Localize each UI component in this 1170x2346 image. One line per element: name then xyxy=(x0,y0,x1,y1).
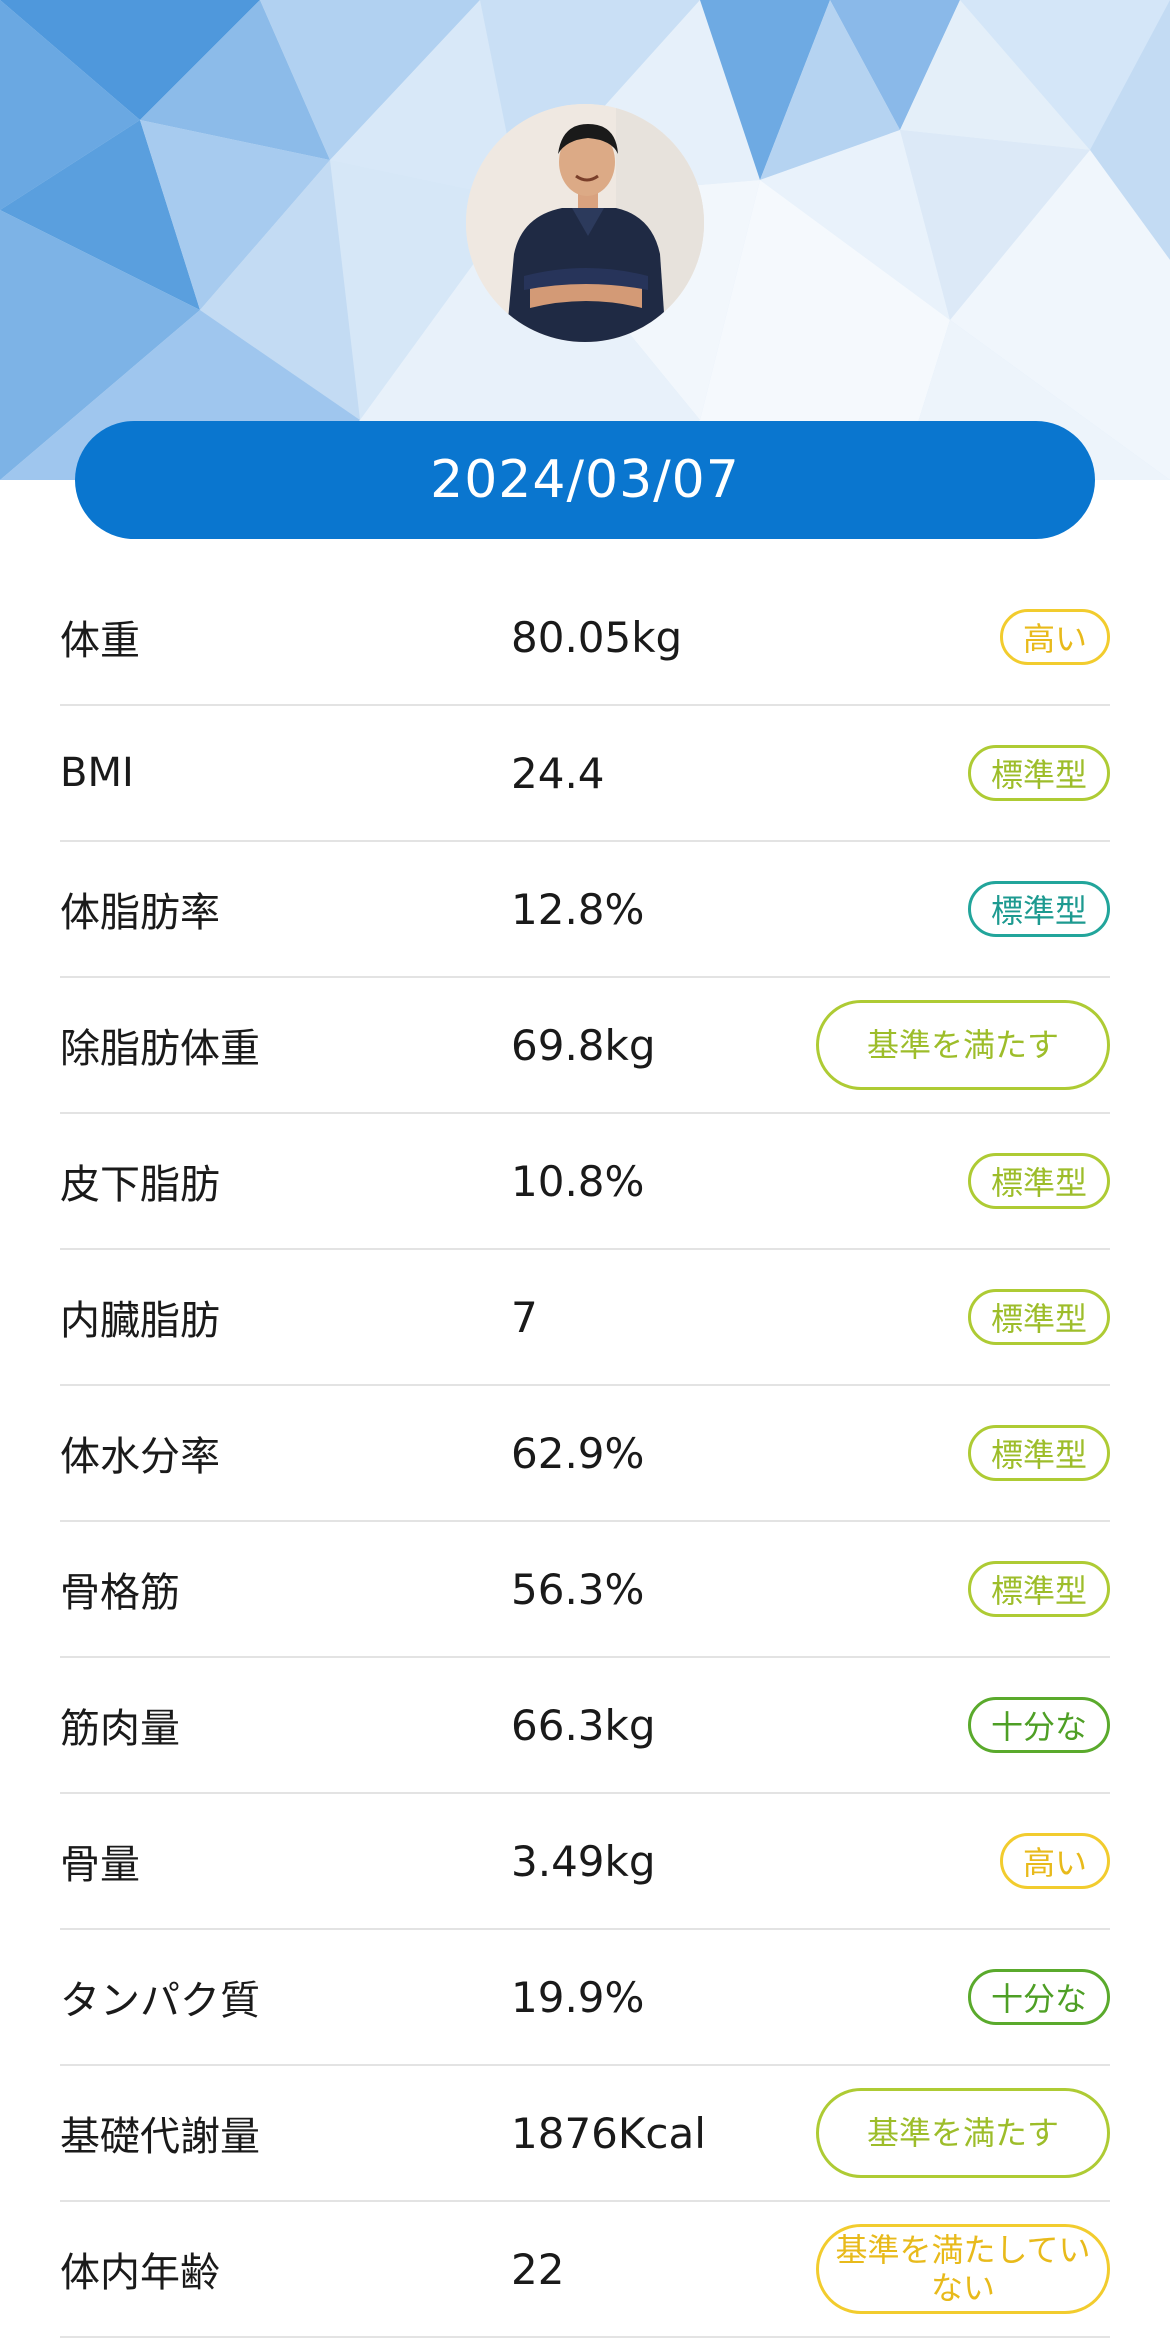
metric-label: 体水分率 xyxy=(60,1434,220,1480)
metric-label: 骨量 xyxy=(60,1842,140,1888)
metric-value: 3.49kg xyxy=(511,1836,656,1886)
metric-value: 10.8% xyxy=(511,1156,645,1206)
status-badge: 基準を満たす xyxy=(816,2088,1110,2178)
hero-background xyxy=(0,0,1170,480)
metric-label: 体内年齢 xyxy=(60,2250,220,2296)
metric-label: 皮下脂肪 xyxy=(60,1162,220,1208)
metric-value: 19.9% xyxy=(511,1972,645,2022)
metric-row-lean-mass: 除脂肪体重 69.8kg 基準を満たす xyxy=(60,978,1110,1114)
status-badge: 標準型 xyxy=(967,745,1110,801)
metric-label: 筋肉量 xyxy=(60,1706,180,1752)
metric-value: 66.3kg xyxy=(511,1700,656,1750)
body-composition-list: 体重 80.05kg 高い BMI 24.4 標準型 体脂肪率 12.8% 標準… xyxy=(60,570,1110,2338)
metric-row-protein: タンパク質 19.9% 十分な xyxy=(60,1930,1110,2066)
metric-value: 22 xyxy=(511,2244,565,2294)
metric-label: 骨格筋 xyxy=(60,1570,180,1616)
metric-label: 体重 xyxy=(60,618,140,664)
metric-value: 24.4 xyxy=(511,748,605,798)
metric-label: BMI xyxy=(60,750,134,796)
metric-label: 除脂肪体重 xyxy=(60,1026,260,1072)
metric-row-bone-mass: 骨量 3.49kg 高い xyxy=(60,1794,1110,1930)
metric-value: 62.9% xyxy=(511,1428,645,1478)
status-badge: 標準型 xyxy=(967,1289,1110,1345)
metric-row-subcutaneous-fat: 皮下脂肪 10.8% 標準型 xyxy=(60,1114,1110,1250)
status-badge: 基準を満たしていない xyxy=(816,2224,1110,2314)
metric-value: 7 xyxy=(511,1292,538,1342)
person-photo xyxy=(466,104,704,342)
metric-value: 56.3% xyxy=(511,1564,645,1614)
metric-value: 80.05kg xyxy=(511,612,683,662)
status-badge: 標準型 xyxy=(967,1425,1110,1481)
metric-row-visceral-fat: 内臓脂肪 7 標準型 xyxy=(60,1250,1110,1386)
status-badge: 標準型 xyxy=(967,1153,1110,1209)
metric-row-bmi: BMI 24.4 標準型 xyxy=(60,706,1110,842)
metric-label: 内臓脂肪 xyxy=(60,1298,220,1344)
metric-label: 基礎代謝量 xyxy=(60,2114,260,2160)
status-badge: 標準型 xyxy=(967,1561,1110,1617)
metric-value: 12.8% xyxy=(511,884,645,934)
metric-row-weight: 体重 80.05kg 高い xyxy=(60,570,1110,706)
metric-row-body-water: 体水分率 62.9% 標準型 xyxy=(60,1386,1110,1522)
metric-row-body-fat: 体脂肪率 12.8% 標準型 xyxy=(60,842,1110,978)
metric-value: 69.8kg xyxy=(511,1020,656,1070)
status-badge: 標準型 xyxy=(967,881,1110,937)
metric-value: 1876Kcal xyxy=(511,2108,706,2158)
status-badge: 基準を満たす xyxy=(816,1000,1110,1090)
metric-row-muscle-mass: 筋肉量 66.3kg 十分な xyxy=(60,1658,1110,1794)
profile-avatar xyxy=(466,104,704,342)
metric-label: 体脂肪率 xyxy=(60,890,220,936)
status-badge: 高い xyxy=(999,609,1110,665)
metric-row-skeletal-muscle: 骨格筋 56.3% 標準型 xyxy=(60,1522,1110,1658)
date-header-button[interactable]: 2024/03/07 xyxy=(75,421,1095,539)
metric-row-basal-metabolism: 基礎代謝量 1876Kcal 基準を満たす xyxy=(60,2066,1110,2202)
metric-label: タンパク質 xyxy=(60,1978,260,2024)
status-badge: 高い xyxy=(999,1833,1110,1889)
status-badge: 十分な xyxy=(967,1969,1110,2025)
status-badge: 十分な xyxy=(967,1697,1110,1753)
metric-row-body-age: 体内年齢 22 基準を満たしていない xyxy=(60,2202,1110,2338)
date-label: 2024/03/07 xyxy=(430,450,740,510)
